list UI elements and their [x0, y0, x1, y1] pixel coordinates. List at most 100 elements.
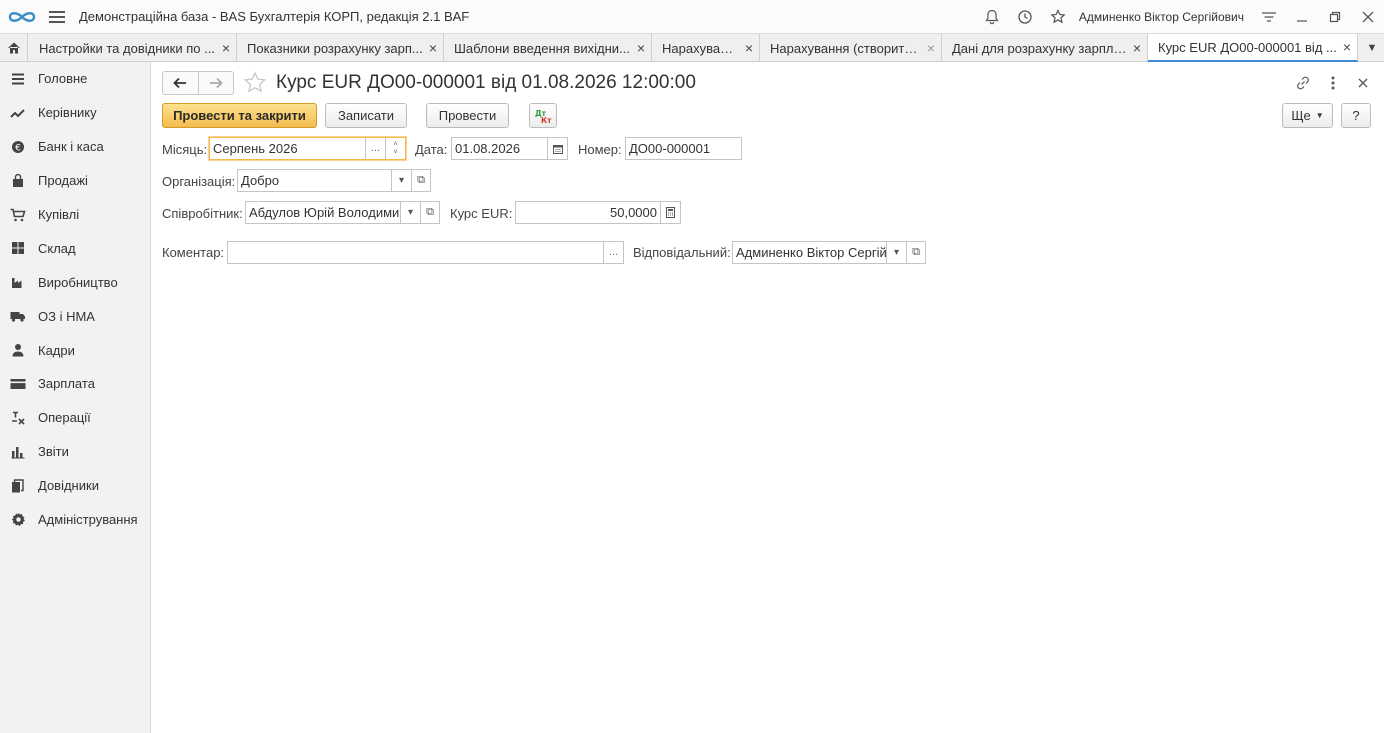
- coin-icon: €: [10, 139, 26, 155]
- sidebar-item-sales[interactable]: Продажі: [0, 164, 150, 198]
- svg-text:€: €: [15, 143, 21, 153]
- tab-close-icon[interactable]: ×: [1337, 39, 1357, 55]
- title-bar: Демонстраційна база - BAS Бухгалтерія КО…: [0, 0, 1384, 34]
- tab-label: Курс EUR ДО00-000001 від ...: [1158, 39, 1337, 55]
- tab-label: Нарахування (створити) *: [770, 40, 921, 56]
- dt-kt-icon: ДтКт: [535, 109, 552, 124]
- tab-accruals[interactable]: Нарахування ×: [652, 34, 760, 62]
- responsible-field[interactable]: Админенко Віктор Сергійс ▾: [732, 241, 907, 264]
- sidebar-item-warehouse[interactable]: Склад: [0, 231, 150, 265]
- sidebar-item-production[interactable]: Виробництво: [0, 265, 150, 299]
- tab-accruals-create[interactable]: Нарахування (створити) * ×: [760, 34, 942, 62]
- app-logo-icon[interactable]: [7, 9, 37, 25]
- sidebar-item-label: Головне: [38, 71, 88, 87]
- sidebar-item-operations[interactable]: Операції: [0, 401, 150, 435]
- close-window-icon[interactable]: [1351, 0, 1384, 34]
- tabs-dropdown-icon[interactable]: ▼: [1360, 34, 1384, 62]
- sidebar-item-label: Операції: [38, 410, 91, 426]
- tab-settings-directories[interactable]: Настройки та довідники по ... ×: [29, 34, 237, 62]
- month-label: Місяць:: [162, 142, 208, 157]
- sidebar-item-label: Звіти: [38, 444, 69, 460]
- tab-close-icon[interactable]: ×: [423, 40, 443, 56]
- number-value: ДО00-000001: [629, 141, 711, 156]
- restore-icon[interactable]: [1318, 0, 1351, 34]
- dt-kt-button[interactable]: Дт Кт: [529, 103, 557, 128]
- document-form: Курс EUR ДО00-000001 від 01.08.2026 12:0…: [151, 62, 1384, 733]
- tab-close-icon[interactable]: ×: [216, 40, 236, 56]
- post-button[interactable]: Провести: [426, 103, 509, 128]
- calendar-icon[interactable]: [547, 138, 567, 159]
- responsible-value: Админенко Віктор Сергійс: [736, 245, 886, 260]
- more-vertical-icon[interactable]: [1322, 72, 1344, 94]
- tab-templates[interactable]: Шаблони введення вихідни... ×: [444, 34, 652, 62]
- chevron-down-icon[interactable]: ▾: [886, 242, 906, 263]
- svg-text:Кт: Кт: [541, 116, 552, 124]
- sidebar-item-directories[interactable]: Довідники: [0, 469, 150, 503]
- responsible-label: Відповідальний:: [633, 245, 731, 260]
- favorite-star-icon[interactable]: [243, 71, 267, 95]
- more-actions-button[interactable]: Ще ▼: [1282, 103, 1333, 128]
- post-and-close-button[interactable]: Провести та закрити: [162, 103, 317, 128]
- sidebar-item-bank[interactable]: € Банк і каса: [0, 130, 150, 164]
- date-field[interactable]: 01.08.2026: [451, 137, 568, 160]
- open-responsible-icon[interactable]: ⧉: [906, 241, 926, 264]
- tab-salary-data[interactable]: Дані для розрахунку зарплати ×: [942, 34, 1148, 62]
- number-field[interactable]: ДО00-000001: [625, 137, 742, 160]
- tab-close-icon[interactable]: ×: [739, 40, 759, 56]
- cart-icon: [10, 207, 26, 223]
- calculator-icon[interactable]: [660, 202, 680, 223]
- minimize-icon[interactable]: [1285, 0, 1318, 34]
- month-select-icon[interactable]: …: [365, 138, 385, 159]
- back-arrow-icon[interactable]: [163, 72, 199, 94]
- tab-label: Дані для розрахунку зарплати: [952, 40, 1127, 56]
- employee-field[interactable]: Абдулов Юрій Володимир ▾: [245, 201, 421, 224]
- sidebar-item-label: Адміністрування: [38, 512, 138, 528]
- main-menu-icon[interactable]: [49, 8, 65, 26]
- tab-close-icon[interactable]: ×: [921, 40, 941, 56]
- chevron-down-icon: ▼: [1315, 111, 1324, 120]
- sidebar-item-hr[interactable]: Кадри: [0, 333, 150, 367]
- number-label: Номер:: [578, 142, 622, 157]
- month-field[interactable]: Серпень 2026 … ˄ ˅: [209, 137, 406, 160]
- warehouse-icon: [10, 240, 26, 256]
- close-form-icon[interactable]: [1352, 72, 1374, 94]
- sidebar-item-salary[interactable]: Зарплата: [0, 367, 150, 401]
- tab-salary-indicators[interactable]: Показники розрахунку зарп... ×: [237, 34, 444, 62]
- sidebar-item-label: Зарплата: [38, 376, 95, 392]
- settings-lines-icon[interactable]: [1252, 0, 1285, 34]
- link-icon[interactable]: [1292, 72, 1314, 94]
- sidebar-item-purchases[interactable]: Купівлі: [0, 198, 150, 232]
- comment-expand-icon[interactable]: …: [603, 242, 623, 263]
- tab-close-icon[interactable]: ×: [1127, 40, 1147, 56]
- bell-icon[interactable]: [976, 0, 1009, 34]
- rate-field[interactable]: 50,0000: [515, 201, 681, 224]
- month-spin-icon[interactable]: ˄ ˅: [385, 138, 405, 159]
- date-value: 01.08.2026: [455, 141, 521, 156]
- home-icon[interactable]: [0, 34, 28, 62]
- sidebar-item-main[interactable]: Головне: [0, 62, 150, 96]
- sidebar-item-label: Банк і каса: [38, 139, 104, 155]
- sidebar-item-label: Склад: [38, 240, 76, 256]
- employee-label: Співробітник:: [162, 206, 243, 221]
- history-icon[interactable]: [1009, 0, 1042, 34]
- forward-arrow-icon[interactable]: [199, 72, 234, 94]
- card-icon: [10, 376, 26, 392]
- organization-field[interactable]: Добро ▾: [237, 169, 412, 192]
- sidebar-item-administration[interactable]: Адміністрування: [0, 503, 150, 537]
- sidebar-item-fixed-assets[interactable]: ОЗ і НМА: [0, 299, 150, 333]
- bar-chart-icon: [10, 444, 26, 460]
- open-organization-icon[interactable]: ⧉: [411, 169, 431, 192]
- sidebar-item-reports[interactable]: Звіти: [0, 435, 150, 469]
- user-name[interactable]: Админенко Віктор Сергійович: [1079, 10, 1244, 24]
- help-button[interactable]: ?: [1341, 103, 1371, 128]
- books-icon: [10, 478, 26, 494]
- favorites-star-icon[interactable]: [1042, 0, 1075, 34]
- save-button[interactable]: Записати: [325, 103, 407, 128]
- tab-eur-rate[interactable]: Курс EUR ДО00-000001 від ... ×: [1148, 34, 1358, 62]
- open-employee-icon[interactable]: ⧉: [420, 201, 440, 224]
- tab-close-icon[interactable]: ×: [631, 40, 651, 56]
- chevron-down-icon[interactable]: ▾: [400, 202, 420, 223]
- chevron-down-icon[interactable]: ▾: [391, 170, 411, 191]
- sidebar-item-manager[interactable]: Керівнику: [0, 96, 150, 130]
- comment-field[interactable]: …: [227, 241, 624, 264]
